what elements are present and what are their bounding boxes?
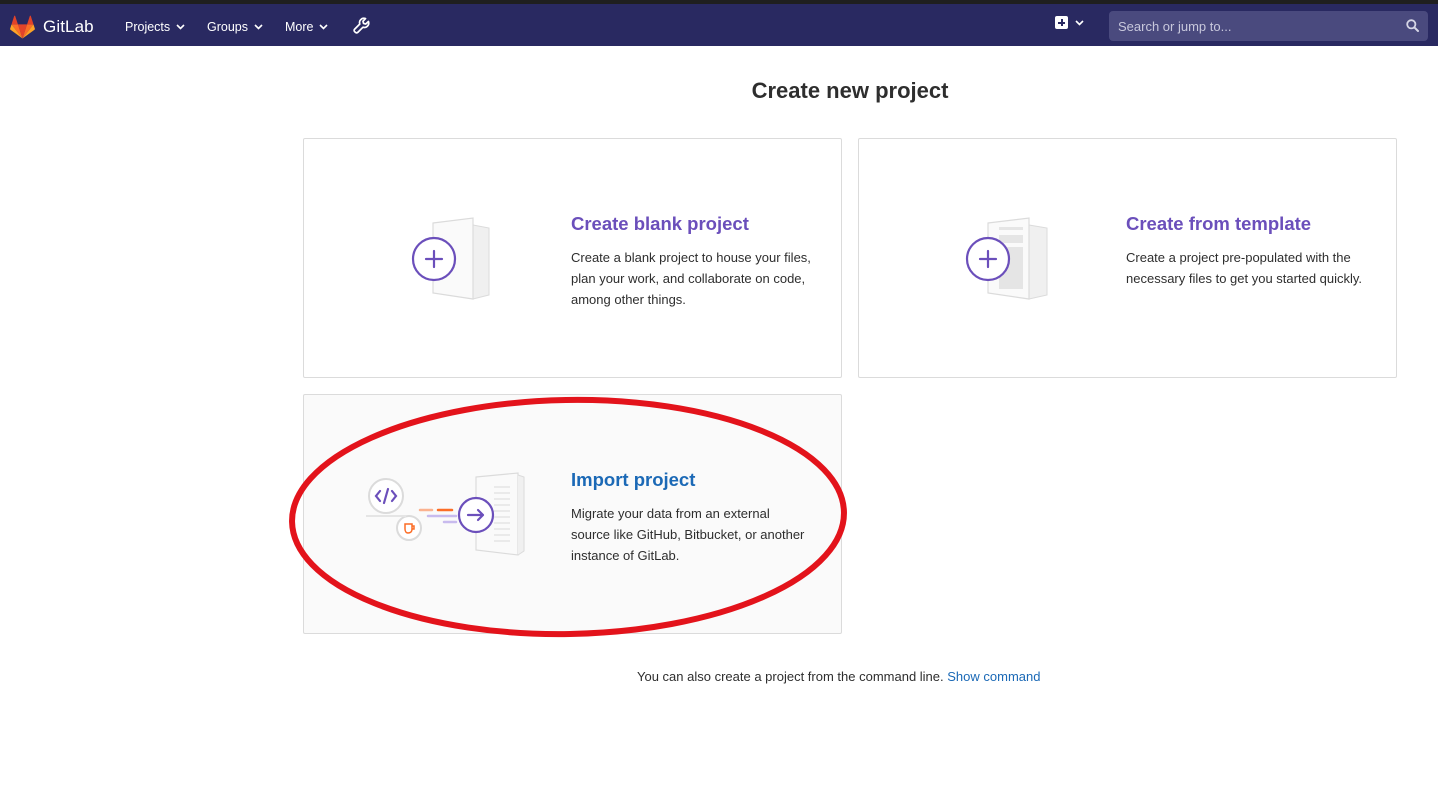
import-icon: [366, 472, 525, 556]
nav-more-dropdown[interactable]: More: [285, 15, 329, 39]
gitlab-logo-icon: [10, 15, 35, 39]
command-line-note: You can also create a project from the c…: [637, 669, 1040, 684]
plus-square-icon: [1055, 16, 1068, 29]
card-title: Import project: [571, 469, 696, 490]
brand-name: GitLab: [43, 17, 94, 36]
card-title: Create blank project: [571, 213, 749, 234]
chevron-down-icon: [319, 24, 329, 30]
create-blank-project-card[interactable]: Create blank project Create a blank proj…: [303, 138, 842, 378]
create-from-template-card[interactable]: Create from template Create a project pr…: [858, 138, 1397, 378]
nav-projects-dropdown[interactable]: Projects: [125, 15, 185, 39]
gitlab-home-link[interactable]: GitLab: [10, 13, 94, 41]
template-icon: [965, 217, 1048, 300]
card-title: Create from template: [1126, 213, 1312, 234]
page-title: Create new project: [751, 78, 949, 103]
command-line-text: You can also create a project from the c…: [637, 669, 944, 684]
search-box: [1109, 11, 1428, 41]
blank-project-icon: [411, 217, 490, 300]
card-description: Create a blank project to house your fil…: [571, 250, 811, 307]
search-icon[interactable]: [1406, 19, 1419, 32]
show-command-link[interactable]: Show command: [947, 669, 1040, 684]
chevron-down-icon: [176, 24, 185, 30]
chevron-down-icon: [254, 24, 263, 30]
card-description: Create a project pre-populated with the …: [1126, 250, 1363, 286]
wrench-icon[interactable]: [353, 17, 370, 34]
search-input[interactable]: [1109, 11, 1394, 41]
new-item-dropdown[interactable]: [1055, 16, 1084, 29]
nav-groups-label: Groups: [207, 20, 248, 34]
import-project-card[interactable]: Import project Migrate your data from an…: [303, 394, 842, 634]
nav-projects-label: Projects: [125, 20, 171, 34]
nav-groups-dropdown[interactable]: Groups: [207, 15, 263, 39]
nav-more-label: More: [285, 20, 314, 34]
chevron-down-icon: [1075, 19, 1084, 26]
top-navbar: GitLab Projects Groups More: [0, 0, 1438, 46]
card-description: Migrate your data from an external sourc…: [571, 506, 805, 563]
